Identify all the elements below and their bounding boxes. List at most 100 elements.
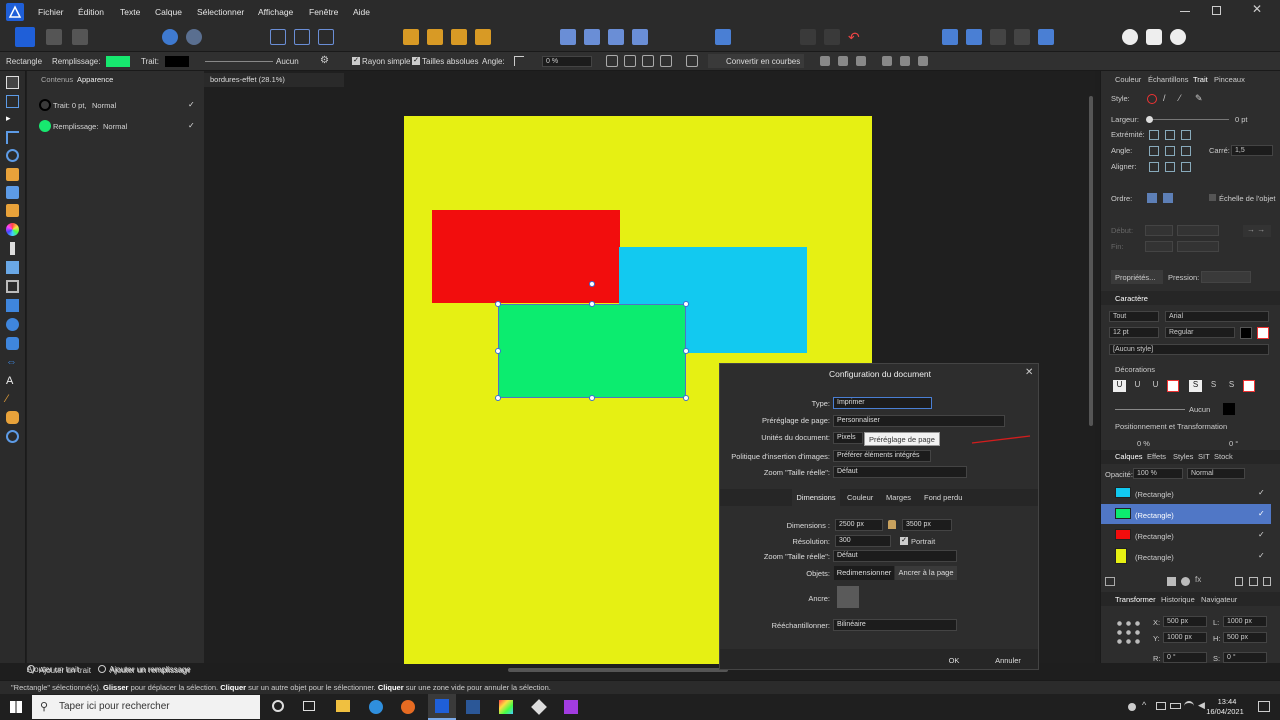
layer-row-1[interactable]: (Rectangle) ✓ <box>1101 483 1271 503</box>
zoom-tool-icon[interactable] <box>6 430 19 443</box>
fin-field[interactable] <box>1145 241 1173 252</box>
ellipse-tool-icon[interactable] <box>6 318 19 331</box>
double-underline-icon[interactable]: U <box>1131 380 1144 392</box>
tray-chevron-icon[interactable]: ^ <box>1142 700 1146 710</box>
export-persona-icon[interactable] <box>72 29 88 45</box>
proprietes-button[interactable]: Propriétés... <box>1111 270 1163 284</box>
task-view-icon[interactable] <box>303 701 315 711</box>
layer-visible-4[interactable]: ✓ <box>1258 551 1265 560</box>
cancel-button[interactable]: Annuler <box>984 654 1032 668</box>
affinity-photo-taskbar-icon[interactable] <box>564 700 578 714</box>
designer-persona-icon[interactable] <box>15 27 35 47</box>
pen-tool-icon[interactable] <box>6 168 19 181</box>
tab-marges[interactable]: Marges <box>886 493 911 502</box>
style-brush-icon[interactable]: ✎ <box>1195 93 1203 104</box>
stroke-line-preview[interactable] <box>205 61 273 62</box>
tab-transformer[interactable]: Transformer <box>1115 595 1156 604</box>
deco-color-swatch[interactable] <box>1223 403 1235 415</box>
tab-fond-perdu[interactable]: Fond perdu <box>924 493 962 502</box>
anchor-selector-icon[interactable] <box>837 586 859 608</box>
boolean-intersect-icon[interactable] <box>990 29 1006 45</box>
style-none-icon[interactable] <box>1147 94 1157 104</box>
w-field[interactable]: 1000 px <box>1223 616 1267 627</box>
ctx-icon-5[interactable] <box>686 55 698 67</box>
underline-color-icon[interactable] <box>1167 380 1179 392</box>
grid-icon[interactable] <box>800 29 816 45</box>
boolean-xor-icon[interactable] <box>1014 29 1030 45</box>
fill-swatch[interactable] <box>106 56 130 67</box>
artboard-tool-icon[interactable] <box>6 95 19 108</box>
stroke-row[interactable]: Trait: 0 pt, Normal ✓ <box>31 98 201 112</box>
r-field[interactable]: 0 ° <box>1163 652 1207 663</box>
ctx-icon-3[interactable] <box>642 55 654 67</box>
text-stroke-swatch[interactable] <box>1257 327 1269 339</box>
tab-trait[interactable]: Trait <box>1193 75 1208 84</box>
rectangle-tool-icon[interactable] <box>6 299 19 312</box>
size-select[interactable]: 12 pt <box>1109 327 1159 338</box>
style-dash-icon[interactable]: ⁄ <box>1179 93 1181 103</box>
carre-field[interactable]: 1,5 <box>1231 145 1273 156</box>
rotate-right-icon[interactable] <box>632 29 648 45</box>
brush-tool-icon[interactable] <box>6 204 19 217</box>
anchor-grid-icon[interactable] <box>1115 619 1141 645</box>
cap-round-icon[interactable] <box>1165 130 1175 140</box>
type-select[interactable]: Imprimer <box>833 397 932 409</box>
node-tool-icon[interactable]: ▸ <box>6 113 19 126</box>
transparency-tool-icon[interactable] <box>10 242 15 255</box>
explorer-icon[interactable] <box>336 700 350 712</box>
layer-row-2[interactable]: (Rectangle) ✓ <box>1101 504 1271 524</box>
color-picker-icon[interactable]: ⁄ <box>6 393 19 406</box>
place-image-icon[interactable] <box>6 261 19 274</box>
style-select[interactable]: [Aucun style] <box>1109 344 1269 355</box>
layer-visible-1[interactable]: ✓ <box>1258 488 1265 497</box>
minimize-icon[interactable] <box>1180 11 1190 12</box>
snapping-icon[interactable] <box>1146 29 1162 45</box>
debut-field[interactable] <box>1145 225 1173 236</box>
tray-people-icon[interactable] <box>1128 703 1136 711</box>
cortana-icon[interactable] <box>272 700 284 712</box>
photos-icon[interactable] <box>499 700 513 714</box>
layer-icon[interactable] <box>824 29 840 45</box>
snap-icon-2[interactable] <box>294 29 310 45</box>
red-rectangle[interactable] <box>432 210 620 303</box>
layer-group-icon[interactable] <box>1249 577 1258 586</box>
align-center-stroke-icon[interactable] <box>1165 162 1175 172</box>
boolean-divide-icon[interactable] <box>1038 29 1054 45</box>
align-top-icon[interactable] <box>882 56 892 66</box>
dim-width-field[interactable]: 2500 px <box>835 519 883 531</box>
handle-ml[interactable] <box>495 348 501 354</box>
tab-contenus[interactable]: Contenus <box>41 75 73 84</box>
pixel-persona-icon[interactable] <box>46 29 62 45</box>
fill-tool-icon[interactable] <box>6 223 19 236</box>
rayon-simple-checkbox[interactable]: ✓ <box>352 57 360 65</box>
fill-row[interactable]: Remplissage: Normal ✓ <box>31 119 201 133</box>
layer-row-4[interactable]: (Rectangle) ✓ <box>1101 546 1271 566</box>
layer-visible-2[interactable]: ✓ <box>1258 509 1265 518</box>
ctx-icon-2[interactable] <box>624 55 636 67</box>
menu-aide[interactable]: Aide <box>353 7 370 17</box>
menu-fichier[interactable]: Fichier <box>38 7 64 17</box>
corner-tool-icon[interactable] <box>6 131 19 144</box>
pression-field[interactable] <box>1201 271 1251 283</box>
preferences-icon[interactable] <box>186 29 202 45</box>
style-solid-icon[interactable]: / <box>1163 93 1166 103</box>
ok-button[interactable]: OK <box>928 654 980 668</box>
strike-3-icon[interactable]: S <box>1225 380 1238 392</box>
taskbar-search-box[interactable]: ⚲ Taper ici pour rechercher <box>32 695 260 719</box>
handle-bl[interactable] <box>495 395 501 401</box>
affinity-designer-taskbar-icon[interactable] <box>428 694 456 720</box>
stroke-visible-checkbox[interactable]: ✓ <box>188 100 195 109</box>
horizontal-scrollbar[interactable] <box>508 668 728 672</box>
arrange-icon-2[interactable] <box>427 29 443 45</box>
stroke-swatch[interactable] <box>165 56 189 67</box>
hand-tool-icon[interactable] <box>6 411 19 424</box>
add-fill-text[interactable]: Ajouter un remplissage <box>110 666 190 675</box>
align-middle-icon[interactable] <box>900 56 910 66</box>
largeur-value[interactable]: 0 pt <box>1235 115 1248 124</box>
word-icon[interactable] <box>466 700 480 714</box>
cap-square-icon[interactable] <box>1181 130 1191 140</box>
echelle-checkbox[interactable] <box>1209 194 1216 201</box>
layer-stack-icon[interactable] <box>1105 577 1115 586</box>
fin-field-2[interactable] <box>1177 241 1219 252</box>
tab-caractere[interactable]: Caractère <box>1115 294 1148 303</box>
